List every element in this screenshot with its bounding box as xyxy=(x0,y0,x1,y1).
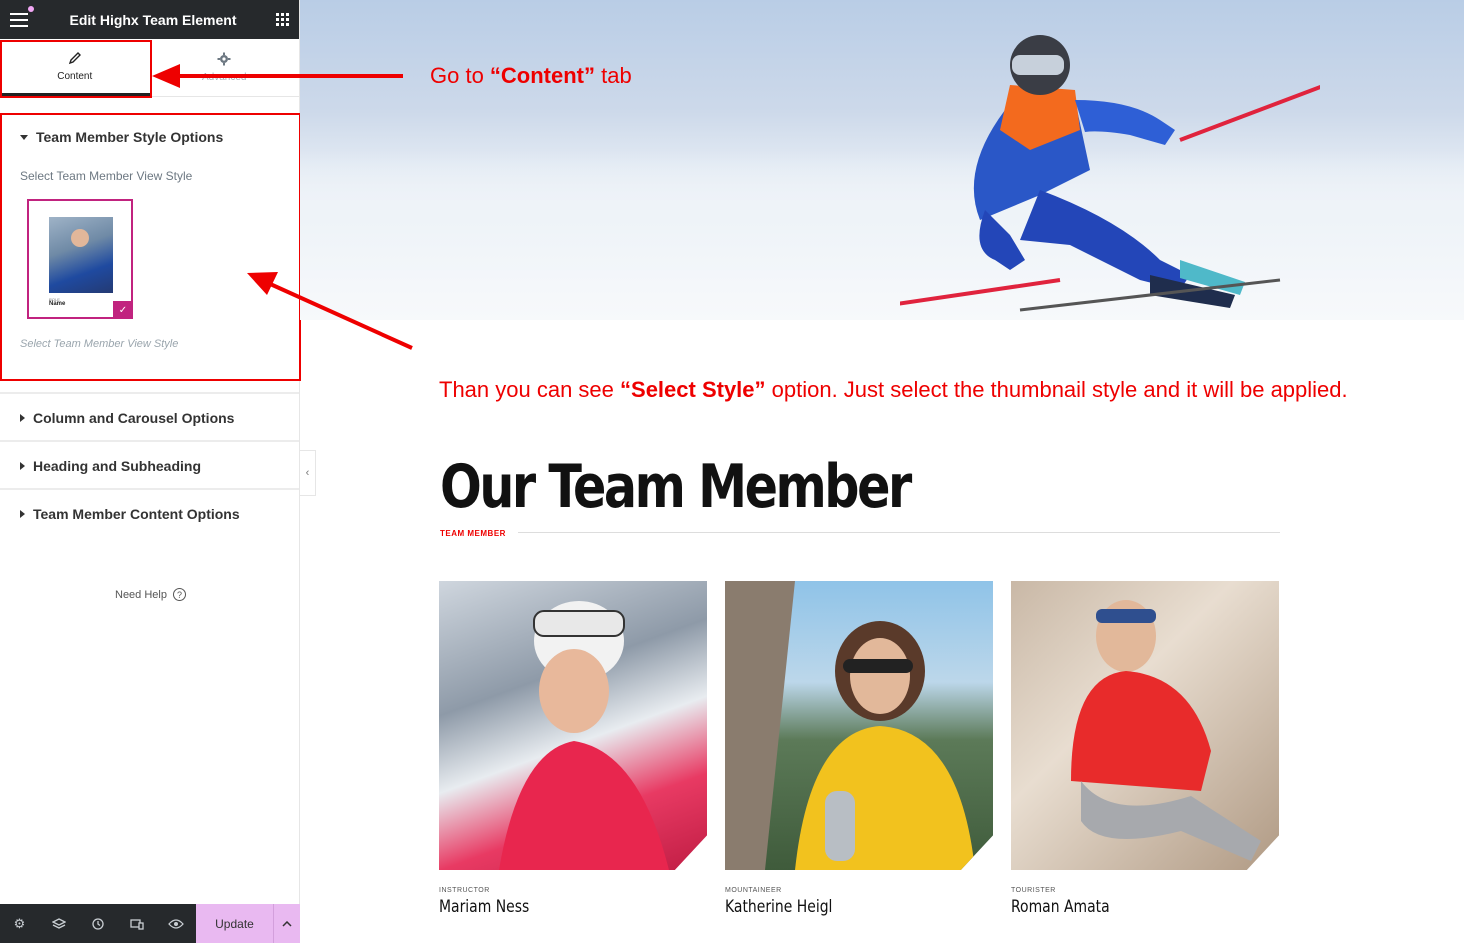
subheading-rule xyxy=(518,532,1280,533)
arrow-to-style-section xyxy=(267,281,413,350)
member-name[interactable]: Roman Amata xyxy=(1011,897,1110,917)
member-name[interactable]: Mariam Ness xyxy=(439,897,529,917)
annotation-bold: “Content” xyxy=(489,63,596,88)
annotation-select-style: Than you can see “Select Style” option. … xyxy=(439,377,1348,403)
annotation-bold: “Select Style” xyxy=(620,377,766,402)
annotation-text: tab xyxy=(595,63,632,88)
member-photo-2 xyxy=(725,581,975,870)
annotation-text: option. Just select the thumbnail style … xyxy=(765,377,1348,402)
member-photo-3 xyxy=(1071,600,1261,861)
arrowhead-content-tab xyxy=(152,64,180,88)
member-role: TOURISTER xyxy=(1011,887,1056,894)
annotation-text: Go to xyxy=(430,63,490,88)
team-subheading: TEAM MEMBER xyxy=(440,529,506,538)
team-heading: Our Team Member xyxy=(440,452,912,522)
team-card-photo[interactable]: < xyxy=(439,581,707,870)
member-name[interactable]: Katherine Heigl xyxy=(725,897,832,917)
annotation-text: Than you can see xyxy=(439,377,621,402)
team-card-photo[interactable]: < xyxy=(725,581,993,870)
annotation-content-tab: Go to “Content” tab xyxy=(430,63,632,89)
member-photo-1 xyxy=(499,601,669,870)
team-card-photo[interactable]: < xyxy=(1011,581,1279,870)
member-role: INSTRUCTOR xyxy=(439,887,490,894)
member-role: MOUNTAINEER xyxy=(725,887,782,894)
